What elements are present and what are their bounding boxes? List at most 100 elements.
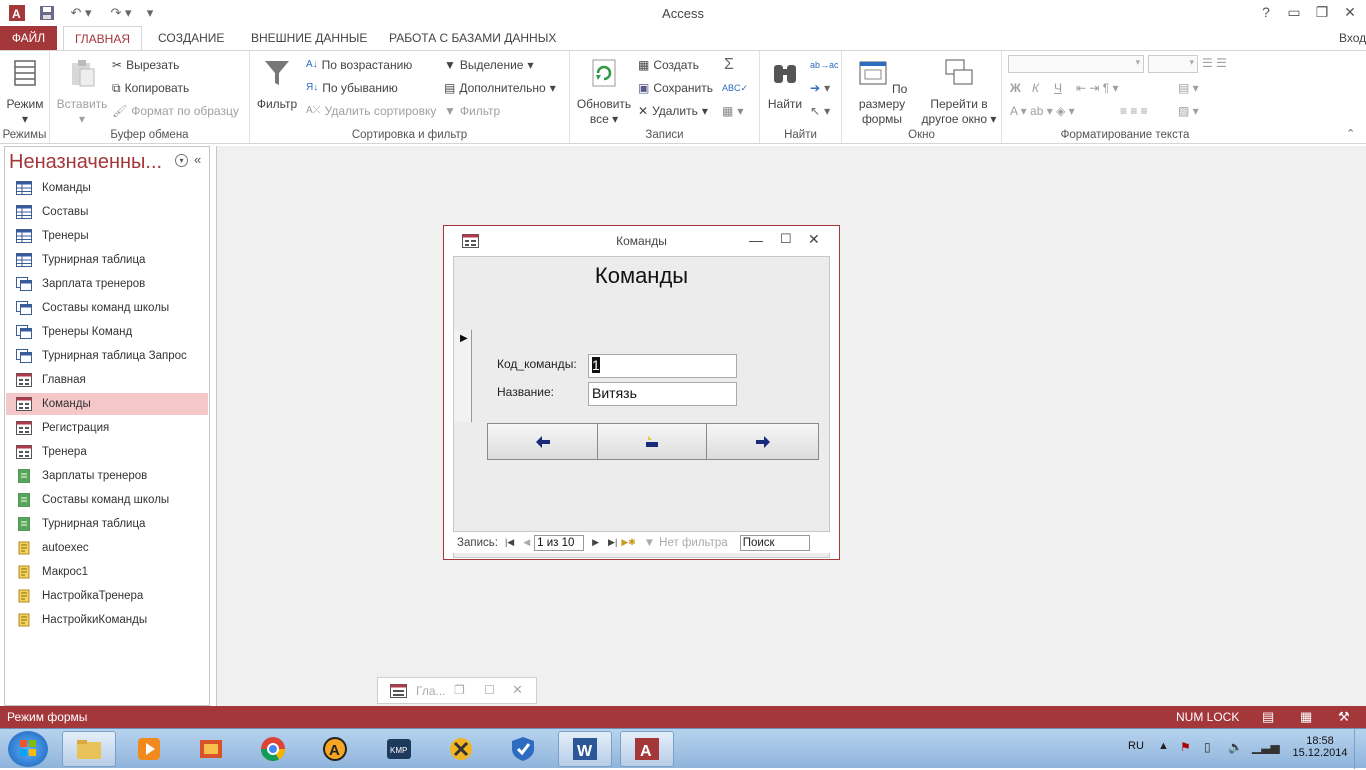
code-field[interactable]: 1 xyxy=(588,354,737,378)
cut-button[interactable]: ✂ Вырезать xyxy=(112,55,179,75)
help-icon[interactable]: ? xyxy=(1252,2,1280,22)
goto-button[interactable]: ➔ ▾ xyxy=(810,78,830,98)
nav-item-report[interactable]: Составы команд школы xyxy=(6,489,208,511)
paste-button[interactable]: Вставить ▾ xyxy=(54,57,110,127)
record-position-input[interactable]: 1 из 10 xyxy=(534,534,585,551)
format-painter-button[interactable]: 🖌 Формат по образцу xyxy=(112,101,239,121)
copy-button[interactable]: ⧉ Копировать xyxy=(112,78,189,98)
italic-button[interactable]: К xyxy=(1032,78,1039,98)
nav-item-query[interactable]: Зарплата тренеров xyxy=(6,273,208,295)
design-view-icon[interactable]: ⚒ xyxy=(1338,709,1350,725)
taskbar-word[interactable]: W xyxy=(558,731,612,767)
nav-item-query[interactable]: Турнирная таблица Запрос xyxy=(6,345,208,367)
form-view-icon[interactable]: ▤ xyxy=(1262,709,1274,725)
nav-item-table[interactable]: Команды xyxy=(6,177,208,199)
nav-item-macro[interactable]: Макрос1 xyxy=(6,561,208,583)
gridlines-button[interactable]: ▤ ▾ xyxy=(1178,78,1199,98)
tab-database-tools[interactable]: РАБОТА С БАЗАМИ ДАННЫХ xyxy=(381,26,564,50)
advanced-filter-button[interactable]: ▤ Дополнительно ▾ xyxy=(444,78,556,98)
taskbar-media-player[interactable] xyxy=(122,731,176,767)
taskbar-app3[interactable] xyxy=(184,731,238,767)
signal-icon[interactable]: ▁▃▅ xyxy=(1252,740,1280,754)
sort-desc-button[interactable]: Я↓ По убыванию xyxy=(306,78,398,98)
refresh-all-button[interactable]: Обновить все ▾ xyxy=(574,57,634,127)
device-icon[interactable]: ▯ xyxy=(1204,740,1211,754)
minimized-form[interactable]: Гла... ❐ ☐ ✕ xyxy=(377,677,537,704)
taskbar-security[interactable] xyxy=(496,731,550,767)
bold-button[interactable]: Ж xyxy=(1010,78,1021,98)
restore-icon[interactable]: ❐ xyxy=(1308,2,1336,22)
form-maximize-icon[interactable]: ☐ xyxy=(780,231,792,247)
bullets-button[interactable]: ☰ ☰ xyxy=(1202,53,1227,73)
taskbar-tools[interactable] xyxy=(434,731,488,767)
network-error-icon[interactable]: ⚑ xyxy=(1180,740,1191,754)
totals-button[interactable]: Σ xyxy=(724,55,734,75)
taskbar-explorer[interactable] xyxy=(62,731,116,767)
find-button[interactable]: Найти xyxy=(762,57,808,112)
nav-item-form[interactable]: Тренера xyxy=(6,441,208,463)
switch-window-button[interactable]: Перейти в другое окно ▾ xyxy=(918,57,1000,127)
sort-asc-button[interactable]: A↓ По возрастанию xyxy=(306,55,412,75)
taskbar-kmplayer[interactable]: KMP xyxy=(372,731,426,767)
toggle-filter-button[interactable]: ▼ Фильтр xyxy=(444,101,500,121)
minimized-maximize-icon[interactable]: ☐ xyxy=(484,683,495,697)
signin-link[interactable]: Вход xyxy=(1331,26,1366,50)
search-input[interactable]: Поиск xyxy=(739,534,810,551)
name-field[interactable]: Витязь xyxy=(588,382,737,406)
collapse-ribbon-icon[interactable]: ⌃ xyxy=(1346,127,1355,140)
font-name-select[interactable]: ▾ xyxy=(1008,55,1144,73)
tab-home[interactable]: ГЛАВНАЯ xyxy=(63,26,142,50)
indent-buttons[interactable]: ⇤ ⇥ ¶ ▾ xyxy=(1076,78,1119,98)
ribbon-display-icon[interactable]: ▭ xyxy=(1280,2,1308,22)
save-record-button[interactable]: ▣ Сохранить xyxy=(638,78,713,98)
volume-icon[interactable]: 🔈 xyxy=(1228,740,1243,754)
prev-record-icon[interactable]: ◀ xyxy=(523,537,530,548)
align-buttons[interactable]: ≡ ≡ ≡ xyxy=(1120,101,1148,121)
taskbar-chrome[interactable] xyxy=(246,731,300,767)
layout-view-icon[interactable]: ▦ xyxy=(1300,709,1312,725)
more-records-button[interactable]: ▦ ▾ xyxy=(722,101,743,121)
nav-menu-icon[interactable]: ▾ xyxy=(175,154,188,167)
nav-item-query[interactable]: Тренеры Команд xyxy=(6,321,208,343)
new-record-button[interactable]: ▦ Создать xyxy=(638,55,699,75)
shutter-bar-icon[interactable]: « xyxy=(194,152,201,167)
filter-button[interactable]: Фильтр xyxy=(254,57,300,112)
taskbar-aimp[interactable]: A xyxy=(308,731,362,767)
nav-item-table[interactable]: Тренеры xyxy=(6,225,208,247)
tab-external-data[interactable]: ВНЕШНИЕ ДАННЫЕ xyxy=(243,26,375,50)
nav-item-macro[interactable]: autoexec xyxy=(6,537,208,559)
replace-button[interactable]: ab→ac xyxy=(810,55,839,75)
last-record-icon[interactable]: ▶| xyxy=(608,537,617,548)
prev-record-button[interactable] xyxy=(487,423,598,460)
nav-item-macro[interactable]: НастройкаТренера xyxy=(6,585,208,607)
fit-to-form-button[interactable]: По размеру формы xyxy=(844,57,920,127)
language-indicator[interactable]: RU xyxy=(1128,740,1144,752)
tab-create[interactable]: СОЗДАНИЕ xyxy=(150,26,232,50)
record-selector[interactable]: ▶ xyxy=(454,330,472,422)
tab-file[interactable]: ФАЙЛ xyxy=(0,26,57,50)
spelling-button[interactable]: ABC✓ xyxy=(722,78,748,98)
next-record-button[interactable] xyxy=(706,423,819,460)
nav-item-form[interactable]: Главная xyxy=(6,369,208,391)
nav-item-query[interactable]: Составы команд школы xyxy=(6,297,208,319)
selection-button[interactable]: ▼ Выделение ▾ xyxy=(444,55,534,75)
font-size-select[interactable]: ▾ xyxy=(1148,55,1198,73)
start-button[interactable] xyxy=(8,731,48,767)
remove-sort-button[interactable]: A⤫ Удалить сортировку xyxy=(306,101,436,121)
no-filter-label[interactable]: Нет фильтра xyxy=(659,537,728,549)
select-button[interactable]: ↖ ▾ xyxy=(810,101,830,121)
show-desktop-button[interactable] xyxy=(1354,729,1366,769)
minimized-close-icon[interactable]: ✕ xyxy=(512,682,523,698)
nav-item-form[interactable]: Команды xyxy=(6,393,208,415)
new-record-nav-button[interactable] xyxy=(597,423,707,460)
tray-expand-icon[interactable]: ▲ xyxy=(1158,740,1169,752)
next-record-icon[interactable]: ▶ xyxy=(592,537,599,548)
underline-button[interactable]: Ч xyxy=(1054,78,1062,98)
nav-item-table[interactable]: Составы xyxy=(6,201,208,223)
font-color-button[interactable]: A ▾ ab ▾ ◈ ▾ xyxy=(1010,101,1075,121)
nav-item-form[interactable]: Регистрация xyxy=(6,417,208,439)
view-mode-button[interactable]: Режим ▾ xyxy=(2,57,48,127)
nav-title[interactable]: Неназначенны... xyxy=(9,151,162,174)
taskbar-access[interactable]: A xyxy=(620,731,674,767)
clock[interactable]: 18:58 15.12.2014 xyxy=(1290,735,1350,759)
